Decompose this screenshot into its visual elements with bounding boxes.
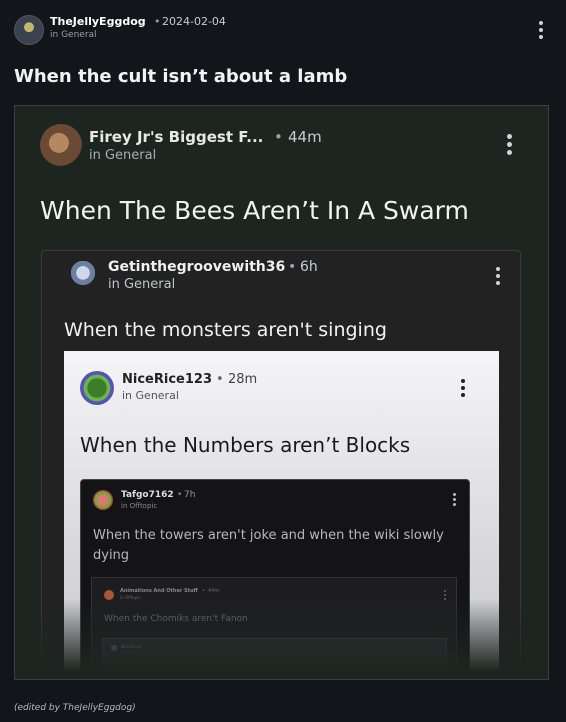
post-date: 2024-02-04 [162,15,226,28]
quoted-post-title: When the Chomiks aren't Fanon [104,614,248,624]
community-label[interactable]: in Offtopic [121,502,157,510]
avatar[interactable] [104,590,114,600]
author-name[interactable]: Getinthegroovewith36 [108,259,285,275]
kebab-menu-icon[interactable] [442,590,448,602]
quoted-post-title: When the monsters aren't singing [64,319,387,341]
meta-separator: • [288,259,297,275]
quoted-post[interactable]: Firey Jr's Biggest F... • 44m in General… [14,105,549,680]
quoted-post[interactable]: Animations And Other Stuff • 44m in Offt… [91,577,457,679]
meta-separator: • [202,588,205,594]
kebab-menu-icon[interactable] [495,267,501,288]
post-time: 6h [300,259,318,275]
post-time: 28m [228,372,258,387]
post-time: 44m [288,128,322,146]
meta-separator: • [274,128,283,146]
author-name[interactable]: Animations And Other Stuff [120,588,198,594]
author-name[interactable]: TheJellyEggdog [50,15,146,28]
meta-separator: • [177,490,183,500]
author-name[interactable]: Tafgo7162 [121,490,174,500]
avatar[interactable] [68,261,98,295]
quoted-post-title: When The Bees Aren’t In A Swarm [40,196,469,225]
avatar[interactable] [93,490,113,510]
meta-separator: • [154,15,161,28]
avatar[interactable] [111,645,117,651]
kebab-menu-icon[interactable] [460,379,466,400]
quoted-post[interactable]: Tafgo7162 • 7h in Offtopic When the towe… [80,479,470,679]
author-name[interactable]: NiceRice123 [122,372,212,387]
kebab-menu-icon[interactable] [506,134,512,158]
edited-note: (edited by TheJellyEggdog) [14,703,136,713]
community-label[interactable]: in General [122,389,179,402]
community-label[interactable]: in General [121,650,137,654]
kebab-menu-icon[interactable] [538,21,544,42]
post-time: 44m [208,588,220,594]
community-label[interactable]: in General [50,30,97,40]
avatar[interactable] [80,371,114,405]
post-header: TheJellyEggdog • 2024-02-04 in General [14,13,554,47]
avatar[interactable] [14,15,44,45]
quoted-post[interactable]: ALLStars in General [102,638,447,679]
kebab-menu-icon[interactable] [451,493,457,508]
avatar[interactable] [40,124,82,166]
meta-separator: • [216,372,224,387]
quoted-post-title: When the Numbers aren’t Blocks [80,433,411,457]
post-title: When the cult isn’t about a lamb [14,66,348,87]
quoted-post[interactable]: NiceRice123 • 28m in General When the Nu… [64,351,499,679]
post-time: 7h [184,490,196,500]
community-label[interactable]: in Offtopic [120,595,141,600]
author-name[interactable]: ALLStars [121,644,141,649]
community-label[interactable]: in General [108,277,175,292]
author-name[interactable]: Firey Jr's Biggest F... [89,128,263,146]
quoted-post-title: When the towers aren't joke and when the… [93,528,444,563]
quoted-post[interactable]: Getinthegroovewith36 • 6h in General Whe… [41,250,521,679]
community-label[interactable]: in General [89,148,156,163]
